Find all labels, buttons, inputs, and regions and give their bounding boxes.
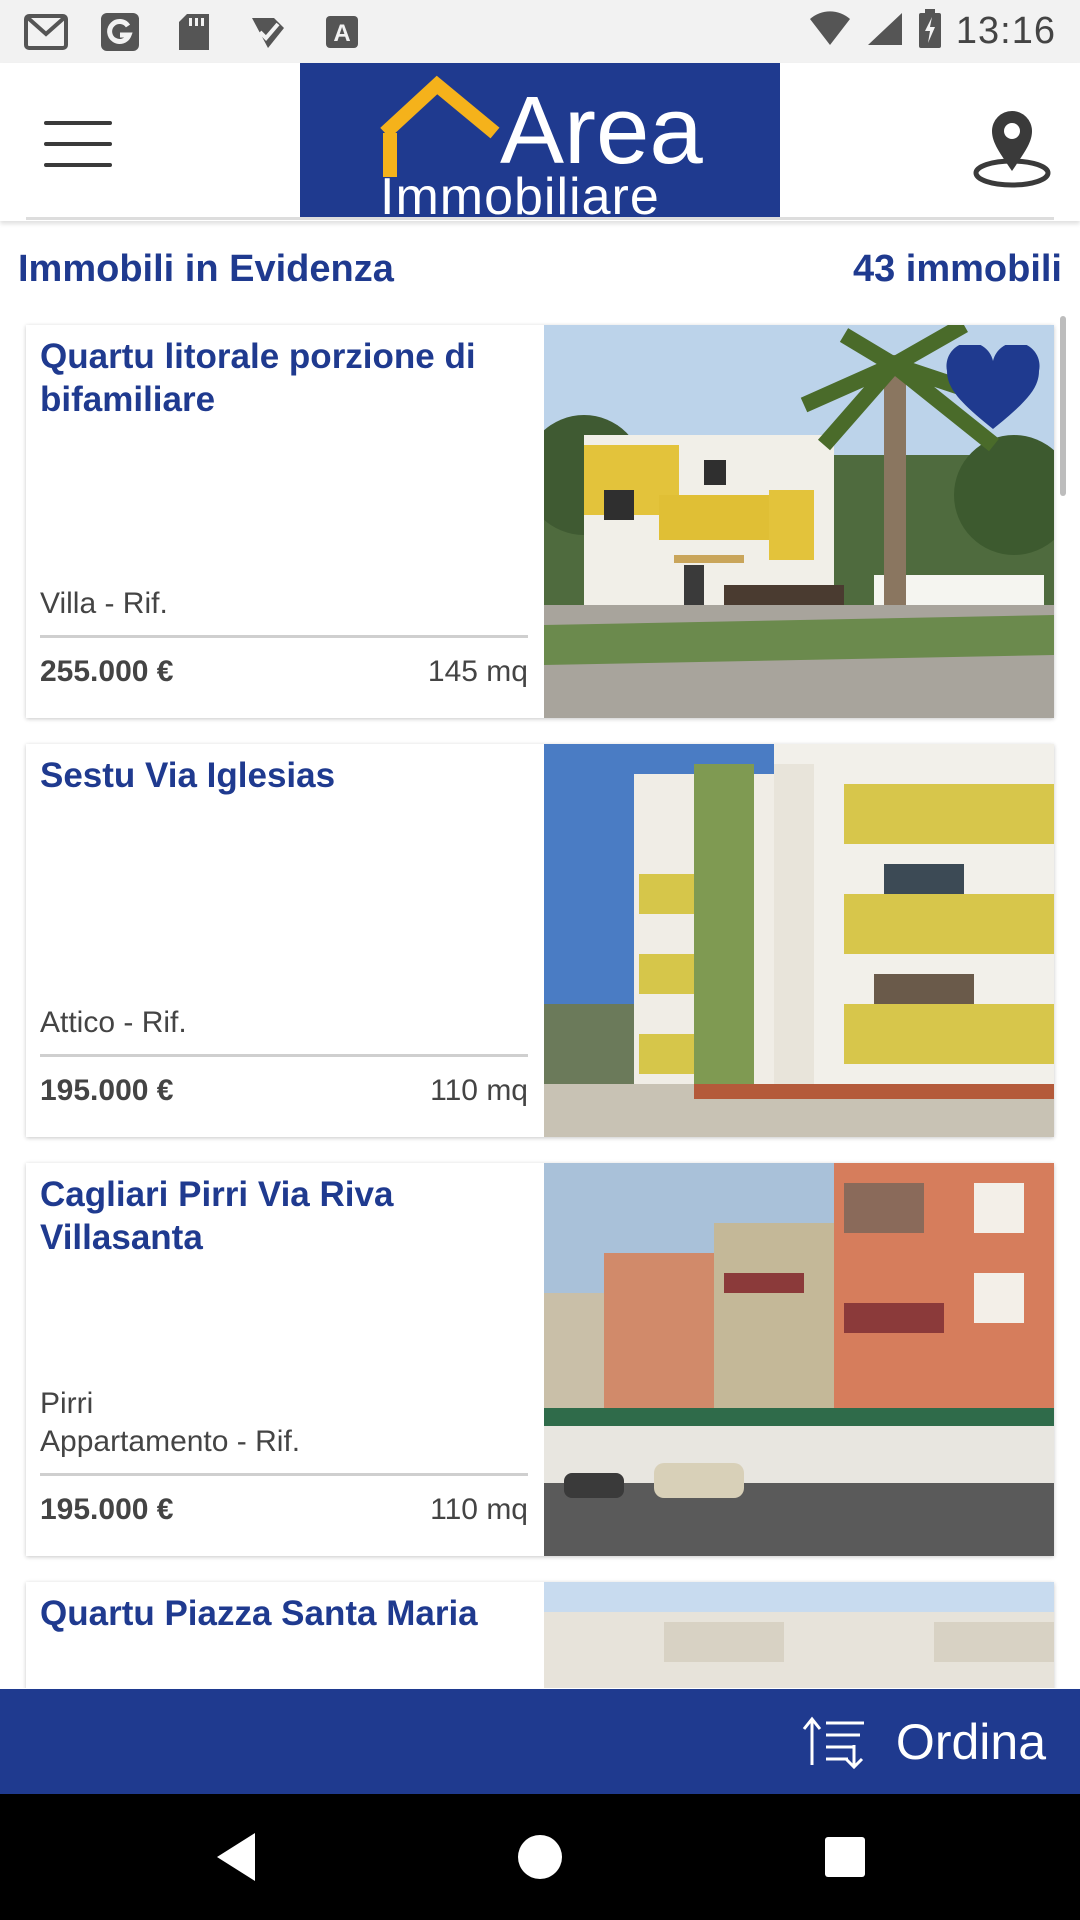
header-divider — [26, 217, 1054, 220]
listing-card[interactable]: Cagliari Pirri Via Riva Villasanta Pirri… — [26, 1163, 1054, 1556]
signal-icon — [866, 11, 904, 52]
listing-size: 145 mq — [427, 655, 528, 688]
menu-icon — [44, 121, 112, 125]
listing-title: Cagliari Pirri Via Riva Villasanta — [40, 1175, 394, 1257]
sort-icon — [802, 1716, 864, 1769]
roof-icon — [380, 75, 500, 177]
menu-button[interactable] — [40, 113, 116, 175]
svg-text:A: A — [333, 20, 350, 47]
home-button[interactable] — [510, 1827, 570, 1887]
logo-word-area: Area — [500, 77, 703, 184]
google-icon — [98, 12, 142, 52]
listing-title: Quartu litorale porzione di bifamiliare — [40, 337, 476, 419]
listing-type: Attico - Rif. — [40, 1006, 187, 1039]
sort-bar: Ordina — [0, 1689, 1080, 1794]
back-icon — [217, 1833, 255, 1881]
navigation-bar — [0, 1794, 1080, 1920]
section-header: Immobili in Evidenza 43 immobili — [0, 240, 1080, 300]
listing-price: 195.000 € — [40, 1074, 174, 1107]
logo: Area Immobiliare — [300, 63, 780, 218]
divider — [40, 635, 528, 638]
listing-type: Appartamento - Rif. — [40, 1425, 301, 1458]
section-title: Immobili in Evidenza — [18, 248, 394, 290]
sort-button[interactable]: Ordina — [802, 1703, 1046, 1781]
listing-info: Cagliari Pirri Via Riva Villasanta Pirri… — [26, 1163, 544, 1556]
scrollbar[interactable] — [1060, 316, 1066, 496]
listing-photo[interactable] — [544, 1582, 1054, 1688]
recents-button[interactable] — [815, 1827, 875, 1887]
listing-title: Quartu Piazza Santa Maria — [40, 1594, 478, 1633]
divider — [40, 1473, 528, 1476]
listing-size: 110 mq — [430, 1074, 528, 1107]
status-bar: A 13:16 — [0, 0, 1080, 63]
favorite-button[interactable] — [943, 342, 1043, 435]
listing-info: Quartu Piazza Santa Maria — [26, 1582, 544, 1688]
listing-card[interactable]: Quartu litorale porzione di bifamiliare … — [26, 325, 1054, 718]
check-icon — [246, 12, 290, 52]
sort-label: Ordina — [895, 1714, 1046, 1770]
listing-list: Quartu litorale porzione di bifamiliare … — [0, 322, 1080, 1688]
divider — [40, 1054, 528, 1057]
listing-locality: Pirri — [40, 1387, 94, 1420]
listing-price: 255.000 € — [40, 655, 174, 688]
notification-icons: A — [24, 12, 364, 52]
listing-price: 195.000 € — [40, 1493, 174, 1526]
logo-word-immobiliare: Immobiliare — [380, 168, 660, 218]
battery-icon — [918, 9, 942, 54]
system-indicators: 13:16 — [808, 9, 1056, 54]
heart-icon — [946, 342, 1040, 429]
listing-info: Quartu litorale porzione di bifamiliare … — [26, 325, 544, 718]
map-pin-icon — [973, 111, 1051, 188]
clock: 13:16 — [955, 10, 1056, 52]
gmail-icon — [24, 12, 68, 52]
result-count: 43 immobili — [852, 248, 1062, 290]
listing-card[interactable]: Quartu Piazza Santa Maria — [26, 1582, 1054, 1688]
listing-title: Sestu Via Iglesias — [40, 756, 336, 795]
listing-info: Sestu Via Iglesias Attico - Rif. 195.000… — [26, 744, 544, 1137]
listing-type: Villa - Rif. — [40, 587, 168, 620]
map-button[interactable] — [970, 101, 1060, 191]
a-icon: A — [320, 12, 364, 52]
recents-icon — [825, 1837, 865, 1877]
listing-card[interactable]: Sestu Via Iglesias Attico - Rif. 195.000… — [26, 744, 1054, 1137]
listing-size: 110 mq — [430, 1493, 528, 1526]
app-header: Area Immobiliare — [0, 63, 1080, 221]
wifi-icon — [808, 11, 852, 52]
home-icon — [518, 1835, 562, 1879]
back-button[interactable] — [205, 1827, 265, 1887]
app-screen: A 13:16 Area Immobiliare Immobili in Evi… — [0, 0, 1080, 1920]
sd-card-icon — [172, 12, 216, 52]
listing-photo[interactable] — [544, 744, 1054, 1137]
listing-photo[interactable] — [544, 1163, 1054, 1556]
